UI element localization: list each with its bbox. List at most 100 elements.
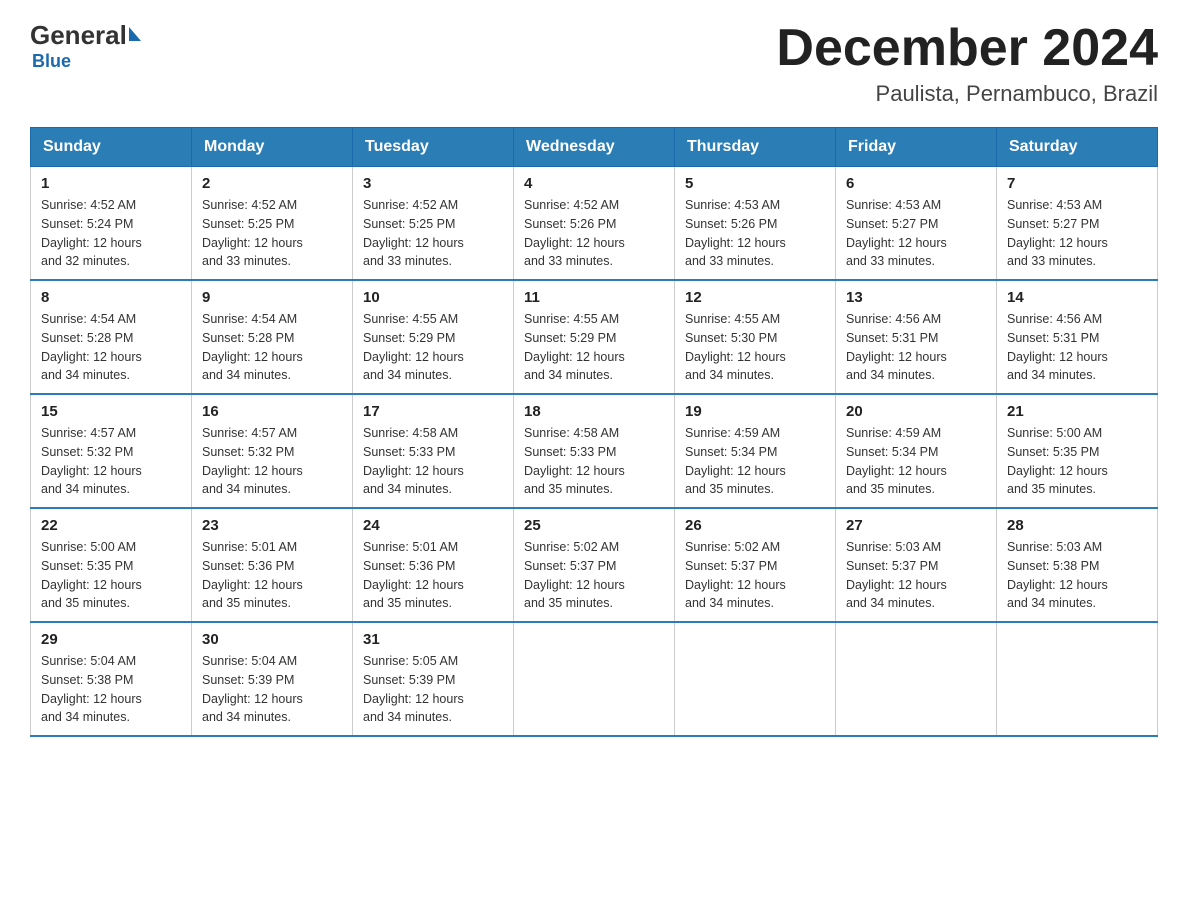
- day-info: Sunrise: 5:05 AMSunset: 5:39 PMDaylight:…: [363, 654, 464, 724]
- day-number: 14: [1007, 289, 1147, 306]
- day-info: Sunrise: 4:53 AMSunset: 5:26 PMDaylight:…: [685, 198, 786, 268]
- day-info: Sunrise: 4:57 AMSunset: 5:32 PMDaylight:…: [41, 426, 142, 496]
- day-number: 3: [363, 175, 503, 192]
- day-number: 21: [1007, 403, 1147, 420]
- calendar-cell: 10 Sunrise: 4:55 AMSunset: 5:29 PMDaylig…: [353, 280, 514, 394]
- day-info: Sunrise: 5:02 AMSunset: 5:37 PMDaylight:…: [524, 540, 625, 610]
- location-text: Paulista, Pernambuco, Brazil: [776, 81, 1158, 107]
- day-info: Sunrise: 4:58 AMSunset: 5:33 PMDaylight:…: [524, 426, 625, 496]
- calendar-cell: 28 Sunrise: 5:03 AMSunset: 5:38 PMDaylig…: [997, 508, 1158, 622]
- calendar-cell: 30 Sunrise: 5:04 AMSunset: 5:39 PMDaylig…: [192, 622, 353, 736]
- day-number: 11: [524, 289, 664, 306]
- calendar-cell: 4 Sunrise: 4:52 AMSunset: 5:26 PMDayligh…: [514, 167, 675, 281]
- day-number: 28: [1007, 517, 1147, 534]
- calendar-cell: 14 Sunrise: 4:56 AMSunset: 5:31 PMDaylig…: [997, 280, 1158, 394]
- day-info: Sunrise: 4:55 AMSunset: 5:29 PMDaylight:…: [524, 312, 625, 382]
- calendar-cell: 29 Sunrise: 5:04 AMSunset: 5:38 PMDaylig…: [31, 622, 192, 736]
- calendar-cell: 9 Sunrise: 4:54 AMSunset: 5:28 PMDayligh…: [192, 280, 353, 394]
- day-info: Sunrise: 4:56 AMSunset: 5:31 PMDaylight:…: [846, 312, 947, 382]
- calendar-week-row: 22 Sunrise: 5:00 AMSunset: 5:35 PMDaylig…: [31, 508, 1158, 622]
- calendar-table: SundayMondayTuesdayWednesdayThursdayFrid…: [30, 127, 1158, 737]
- day-info: Sunrise: 4:54 AMSunset: 5:28 PMDaylight:…: [41, 312, 142, 382]
- header-wednesday: Wednesday: [514, 128, 675, 167]
- day-number: 10: [363, 289, 503, 306]
- day-number: 12: [685, 289, 825, 306]
- calendar-week-row: 1 Sunrise: 4:52 AMSunset: 5:24 PMDayligh…: [31, 167, 1158, 281]
- day-info: Sunrise: 4:52 AMSunset: 5:25 PMDaylight:…: [363, 198, 464, 268]
- calendar-cell: [675, 622, 836, 736]
- day-info: Sunrise: 4:59 AMSunset: 5:34 PMDaylight:…: [685, 426, 786, 496]
- logo-triangle-icon: [129, 27, 141, 41]
- month-title: December 2024: [776, 20, 1158, 77]
- calendar-cell: 5 Sunrise: 4:53 AMSunset: 5:26 PMDayligh…: [675, 167, 836, 281]
- day-info: Sunrise: 4:59 AMSunset: 5:34 PMDaylight:…: [846, 426, 947, 496]
- calendar-cell: 21 Sunrise: 5:00 AMSunset: 5:35 PMDaylig…: [997, 394, 1158, 508]
- day-number: 4: [524, 175, 664, 192]
- calendar-cell: 31 Sunrise: 5:05 AMSunset: 5:39 PMDaylig…: [353, 622, 514, 736]
- day-info: Sunrise: 5:00 AMSunset: 5:35 PMDaylight:…: [41, 540, 142, 610]
- day-number: 30: [202, 631, 342, 648]
- calendar-cell: [836, 622, 997, 736]
- day-number: 2: [202, 175, 342, 192]
- day-number: 16: [202, 403, 342, 420]
- day-info: Sunrise: 4:55 AMSunset: 5:29 PMDaylight:…: [363, 312, 464, 382]
- day-info: Sunrise: 4:57 AMSunset: 5:32 PMDaylight:…: [202, 426, 303, 496]
- calendar-cell: 12 Sunrise: 4:55 AMSunset: 5:30 PMDaylig…: [675, 280, 836, 394]
- day-info: Sunrise: 5:03 AMSunset: 5:38 PMDaylight:…: [1007, 540, 1108, 610]
- day-info: Sunrise: 5:04 AMSunset: 5:38 PMDaylight:…: [41, 654, 142, 724]
- header-thursday: Thursday: [675, 128, 836, 167]
- day-info: Sunrise: 5:02 AMSunset: 5:37 PMDaylight:…: [685, 540, 786, 610]
- day-info: Sunrise: 4:56 AMSunset: 5:31 PMDaylight:…: [1007, 312, 1108, 382]
- calendar-cell: 2 Sunrise: 4:52 AMSunset: 5:25 PMDayligh…: [192, 167, 353, 281]
- calendar-cell: 19 Sunrise: 4:59 AMSunset: 5:34 PMDaylig…: [675, 394, 836, 508]
- day-number: 20: [846, 403, 986, 420]
- day-number: 24: [363, 517, 503, 534]
- day-number: 19: [685, 403, 825, 420]
- day-number: 17: [363, 403, 503, 420]
- day-number: 25: [524, 517, 664, 534]
- header-friday: Friday: [836, 128, 997, 167]
- page-header: General Blue December 2024 Paulista, Per…: [30, 20, 1158, 107]
- day-info: Sunrise: 5:03 AMSunset: 5:37 PMDaylight:…: [846, 540, 947, 610]
- header-saturday: Saturday: [997, 128, 1158, 167]
- day-info: Sunrise: 5:01 AMSunset: 5:36 PMDaylight:…: [363, 540, 464, 610]
- day-number: 26: [685, 517, 825, 534]
- title-section: December 2024 Paulista, Pernambuco, Braz…: [776, 20, 1158, 107]
- day-info: Sunrise: 5:01 AMSunset: 5:36 PMDaylight:…: [202, 540, 303, 610]
- day-number: 1: [41, 175, 181, 192]
- day-number: 23: [202, 517, 342, 534]
- day-info: Sunrise: 4:52 AMSunset: 5:26 PMDaylight:…: [524, 198, 625, 268]
- calendar-week-row: 8 Sunrise: 4:54 AMSunset: 5:28 PMDayligh…: [31, 280, 1158, 394]
- calendar-cell: 23 Sunrise: 5:01 AMSunset: 5:36 PMDaylig…: [192, 508, 353, 622]
- calendar-cell: 25 Sunrise: 5:02 AMSunset: 5:37 PMDaylig…: [514, 508, 675, 622]
- logo-general-text: General: [30, 20, 127, 51]
- day-number: 27: [846, 517, 986, 534]
- day-number: 5: [685, 175, 825, 192]
- day-info: Sunrise: 4:53 AMSunset: 5:27 PMDaylight:…: [846, 198, 947, 268]
- day-info: Sunrise: 4:52 AMSunset: 5:25 PMDaylight:…: [202, 198, 303, 268]
- day-number: 15: [41, 403, 181, 420]
- calendar-cell: 20 Sunrise: 4:59 AMSunset: 5:34 PMDaylig…: [836, 394, 997, 508]
- day-info: Sunrise: 4:54 AMSunset: 5:28 PMDaylight:…: [202, 312, 303, 382]
- calendar-cell: 26 Sunrise: 5:02 AMSunset: 5:37 PMDaylig…: [675, 508, 836, 622]
- calendar-cell: 3 Sunrise: 4:52 AMSunset: 5:25 PMDayligh…: [353, 167, 514, 281]
- calendar-cell: 18 Sunrise: 4:58 AMSunset: 5:33 PMDaylig…: [514, 394, 675, 508]
- calendar-cell: 13 Sunrise: 4:56 AMSunset: 5:31 PMDaylig…: [836, 280, 997, 394]
- calendar-cell: 8 Sunrise: 4:54 AMSunset: 5:28 PMDayligh…: [31, 280, 192, 394]
- day-number: 31: [363, 631, 503, 648]
- calendar-cell: 27 Sunrise: 5:03 AMSunset: 5:37 PMDaylig…: [836, 508, 997, 622]
- day-number: 13: [846, 289, 986, 306]
- day-number: 29: [41, 631, 181, 648]
- day-info: Sunrise: 4:58 AMSunset: 5:33 PMDaylight:…: [363, 426, 464, 496]
- day-info: Sunrise: 5:00 AMSunset: 5:35 PMDaylight:…: [1007, 426, 1108, 496]
- logo: General Blue: [30, 20, 141, 72]
- day-number: 22: [41, 517, 181, 534]
- calendar-cell: [997, 622, 1158, 736]
- calendar-cell: 17 Sunrise: 4:58 AMSunset: 5:33 PMDaylig…: [353, 394, 514, 508]
- day-number: 6: [846, 175, 986, 192]
- calendar-cell: 24 Sunrise: 5:01 AMSunset: 5:36 PMDaylig…: [353, 508, 514, 622]
- calendar-cell: 7 Sunrise: 4:53 AMSunset: 5:27 PMDayligh…: [997, 167, 1158, 281]
- calendar-cell: 16 Sunrise: 4:57 AMSunset: 5:32 PMDaylig…: [192, 394, 353, 508]
- calendar-week-row: 29 Sunrise: 5:04 AMSunset: 5:38 PMDaylig…: [31, 622, 1158, 736]
- day-number: 9: [202, 289, 342, 306]
